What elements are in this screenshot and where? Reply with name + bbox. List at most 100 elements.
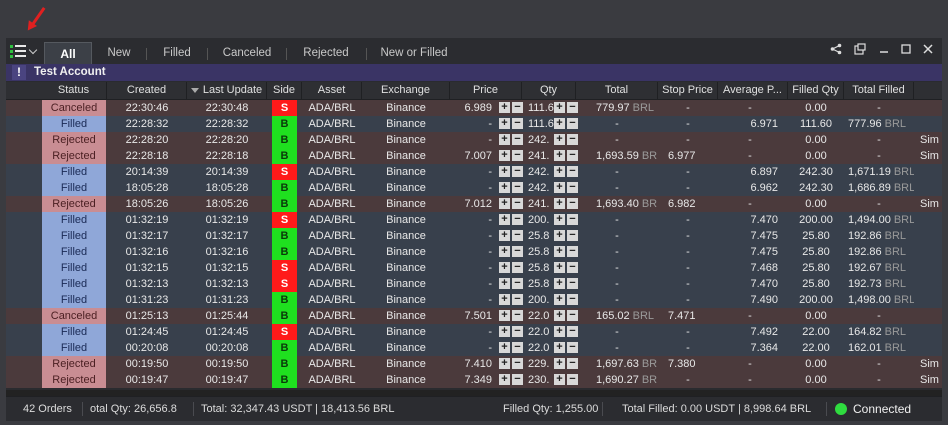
price-decrease-button[interactable]: −	[512, 134, 523, 145]
column-header-status[interactable]: Status	[41, 82, 107, 99]
price-decrease-button[interactable]: −	[512, 358, 523, 369]
tab-rejected[interactable]: Rejected	[292, 42, 360, 64]
price-decrease-button[interactable]: −	[512, 374, 523, 385]
qty-increase-button[interactable]: +	[554, 214, 565, 225]
table-row[interactable]: Filled 01:32:19 01:32:19 S ADA/BRL Binance - + −…	[6, 212, 942, 228]
qty-increase-button[interactable]: +	[554, 374, 565, 385]
column-header-stop[interactable]: Stop Price	[658, 82, 718, 99]
price-decrease-button[interactable]: −	[512, 294, 523, 305]
table-row[interactable]: Canceled 01:25:13 01:25:44 B ADA/BRL Binance 7…	[6, 308, 942, 324]
price-decrease-button[interactable]: −	[512, 102, 523, 113]
price-increase-button[interactable]: +	[499, 294, 510, 305]
price-increase-button[interactable]: +	[499, 358, 510, 369]
table-row[interactable]: Filled 22:28:32 22:28:32 B ADA/BRL Binance - + −…	[6, 116, 942, 132]
qty-increase-button[interactable]: +	[554, 294, 565, 305]
price-increase-button[interactable]: +	[499, 326, 510, 337]
price-decrease-button[interactable]: −	[512, 214, 523, 225]
price-decrease-button[interactable]: −	[512, 150, 523, 161]
qty-increase-button[interactable]: +	[554, 230, 565, 241]
table-row[interactable]: Rejected 00:19:50 00:19:50 B ADA/BRL Binance 7…	[6, 356, 942, 372]
price-decrease-button[interactable]: −	[512, 166, 523, 177]
price-decrease-button[interactable]: −	[512, 262, 523, 273]
price-increase-button[interactable]: +	[499, 102, 510, 113]
qty-increase-button[interactable]: +	[554, 278, 565, 289]
close-icon[interactable]	[918, 42, 938, 60]
price-increase-button[interactable]: +	[499, 134, 510, 145]
qty-increase-button[interactable]: +	[554, 166, 565, 177]
table-row[interactable]: Rejected 22:28:20 22:28:20 B ADA/BRL Binance -…	[6, 132, 942, 148]
price-increase-button[interactable]: +	[499, 246, 510, 257]
status-cell: Filled	[42, 164, 106, 180]
tab-new[interactable]: New	[96, 42, 142, 64]
price-decrease-button[interactable]: −	[512, 230, 523, 241]
price-decrease-button[interactable]: −	[512, 198, 523, 209]
tab-all[interactable]: All	[44, 42, 92, 65]
price-decrease-button[interactable]: −	[512, 310, 523, 321]
column-header-side[interactable]: Side	[267, 82, 302, 99]
tab-filled[interactable]: Filled	[152, 42, 202, 64]
column-header-total[interactable]: Total	[576, 82, 658, 99]
price-decrease-button[interactable]: −	[512, 246, 523, 257]
column-header-asset[interactable]: Asset	[302, 82, 362, 99]
maximize-icon[interactable]	[896, 42, 916, 60]
qty-increase-button[interactable]: +	[554, 150, 565, 161]
tab-new-or-filled[interactable]: New or Filled	[372, 42, 456, 64]
price-increase-button[interactable]: +	[499, 150, 510, 161]
qty-increase-button[interactable]: +	[554, 134, 565, 145]
price-increase-button[interactable]: +	[499, 230, 510, 241]
price-decrease-button[interactable]: −	[512, 118, 523, 129]
price-decrease-button[interactable]: −	[512, 278, 523, 289]
qty-increase-button[interactable]: +	[554, 310, 565, 321]
qty-increase-button[interactable]: +	[554, 358, 565, 369]
table-row[interactable]: Filled 01:32:13 01:32:13 S ADA/BRL Binance - + −…	[6, 276, 942, 292]
tab-canceled[interactable]: Canceled	[214, 42, 280, 64]
table-row[interactable]: Filled 01:31:23 01:31:23 B ADA/BRL Binance - + −…	[6, 292, 942, 308]
column-header-avg[interactable]: Average P...	[718, 82, 788, 99]
qty-increase-button[interactable]: +	[554, 262, 565, 273]
qty-increase-button[interactable]: +	[554, 118, 565, 129]
qty-cell: 25.8	[528, 230, 550, 242]
table-row[interactable]: Filled 01:32:15 01:32:15 S ADA/BRL Binance - + −…	[6, 260, 942, 276]
alert-icon[interactable]: !	[12, 65, 26, 80]
column-header-qty[interactable]: Qty	[522, 82, 576, 99]
table-row[interactable]: Rejected 22:28:18 22:28:18 B ADA/BRL Binance 7…	[6, 148, 942, 164]
column-header-updated[interactable]: Last Update	[187, 82, 267, 99]
column-header-tfilled[interactable]: Total Filled	[844, 82, 914, 99]
qty-increase-button[interactable]: +	[554, 102, 565, 113]
price-increase-button[interactable]: +	[499, 118, 510, 129]
column-header-filled[interactable]: Filled Qty	[788, 82, 844, 99]
table-row[interactable]: Rejected 18:05:26 18:05:26 B ADA/BRL Binance 7…	[6, 196, 942, 212]
table-row[interactable]: Filled 01:32:17 01:32:17 B ADA/BRL Binance - + −…	[6, 228, 942, 244]
menu-button[interactable]	[10, 41, 42, 61]
qty-increase-button[interactable]: +	[554, 198, 565, 209]
price-increase-button[interactable]: +	[499, 182, 510, 193]
table-row[interactable]: Filled 20:14:39 20:14:39 S ADA/BRL Binance - + −…	[6, 164, 942, 180]
price-decrease-button[interactable]: −	[512, 326, 523, 337]
minimize-icon[interactable]	[874, 42, 894, 60]
price-decrease-button[interactable]: −	[512, 342, 523, 353]
table-row[interactable]: Filled 00:20:08 00:20:08 B ADA/BRL Binance - + −…	[6, 340, 942, 356]
qty-increase-button[interactable]: +	[554, 326, 565, 337]
qty-increase-button[interactable]: +	[554, 182, 565, 193]
price-increase-button[interactable]: +	[499, 262, 510, 273]
price-increase-button[interactable]: +	[499, 342, 510, 353]
table-row[interactable]: Canceled 22:30:46 22:30:48 S ADA/BRL Binance 6…	[6, 100, 942, 116]
table-row[interactable]: Filled 01:32:16 01:32:16 B ADA/BRL Binance - + −…	[6, 244, 942, 260]
column-header-created[interactable]: Created	[107, 82, 187, 99]
price-increase-button[interactable]: +	[499, 278, 510, 289]
popout-icon[interactable]	[850, 42, 870, 60]
table-row[interactable]: Filled 01:24:45 01:24:45 S ADA/BRL Binance - + −…	[6, 324, 942, 340]
column-header-exchange[interactable]: Exchange	[362, 82, 450, 99]
price-increase-button[interactable]: +	[499, 310, 510, 321]
table-row[interactable]: Rejected 00:19:47 00:19:47 B ADA/BRL Binance 7…	[6, 372, 942, 388]
column-header-price[interactable]: Price	[450, 82, 522, 99]
qty-increase-button[interactable]: +	[554, 246, 565, 257]
price-increase-button[interactable]: +	[499, 198, 510, 209]
price-increase-button[interactable]: +	[499, 374, 510, 385]
price-decrease-button[interactable]: −	[512, 182, 523, 193]
qty-increase-button[interactable]: +	[554, 342, 565, 353]
table-row[interactable]: Filled 18:05:28 18:05:28 B ADA/BRL Binance - + −…	[6, 180, 942, 196]
price-increase-button[interactable]: +	[499, 214, 510, 225]
price-increase-button[interactable]: +	[499, 166, 510, 177]
share-icon[interactable]	[826, 42, 846, 60]
